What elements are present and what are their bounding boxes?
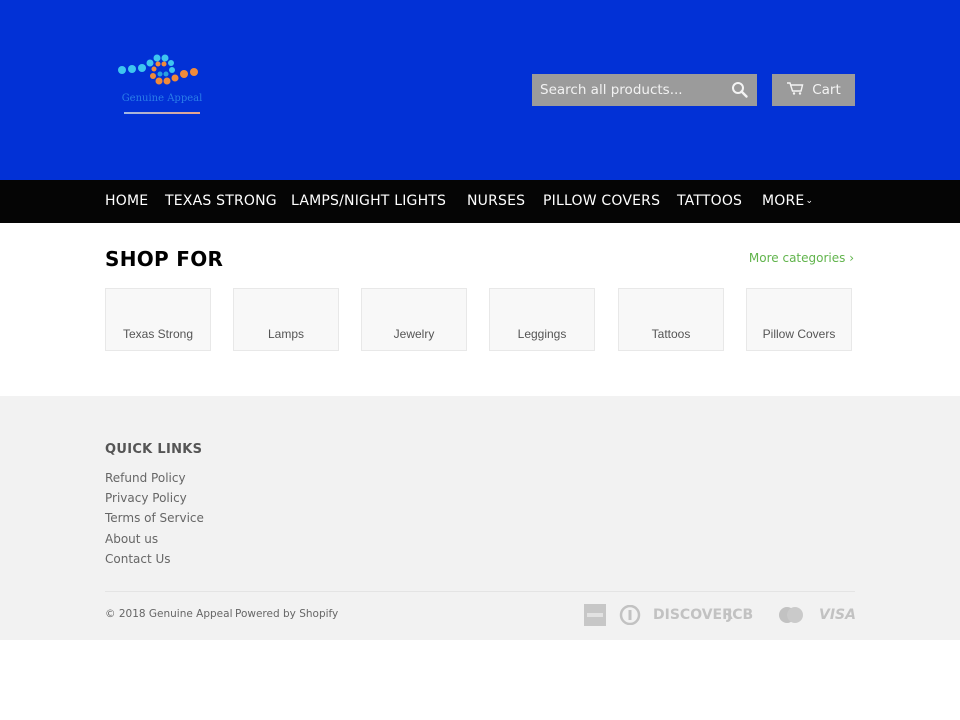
nav-more-label: MORE <box>762 193 805 209</box>
american-express-icon <box>584 604 606 626</box>
search-form <box>532 74 757 106</box>
site-footer: QUICK LINKS Refund Policy Privacy Policy… <box>0 396 960 640</box>
footer-link-about-us[interactable]: About us <box>105 532 158 546</box>
category-label: Jewelry <box>393 327 435 341</box>
category-card-tattoos[interactable]: Tattoos <box>618 288 724 351</box>
footer-divider <box>105 591 855 592</box>
shop-for-heading: SHOP FOR <box>105 247 224 271</box>
jcb-icon: JCB <box>727 607 754 623</box>
visa-icon: VISA <box>819 607 856 623</box>
search-icon[interactable] <box>731 81 749 99</box>
footer-link-contact-us[interactable]: Contact Us <box>105 552 171 566</box>
nav-item-home[interactable]: HOME <box>105 193 148 209</box>
search-input[interactable] <box>532 74 722 106</box>
nav-item-lamps-night-lights[interactable]: LAMPS/NIGHT LIGHTS <box>291 193 446 209</box>
category-label: Lamps <box>267 327 305 341</box>
category-label: Texas Strong <box>122 327 194 341</box>
more-categories-link[interactable]: More categories › <box>749 251 854 265</box>
site-logo[interactable]: Genuine Appeal <box>116 50 208 118</box>
cart-button[interactable]: Cart <box>772 74 855 106</box>
chevron-down-icon: ⌄ <box>805 196 814 206</box>
logo-text: Genuine Appeal <box>121 93 203 104</box>
powered-by-shopify-link[interactable]: Powered by Shopify <box>235 608 338 620</box>
category-card-jewelry[interactable]: Jewelry <box>361 288 467 351</box>
logo-underline <box>124 112 200 114</box>
category-card-texas-strong[interactable]: Texas Strong <box>105 288 211 351</box>
category-label: Pillow Covers <box>762 327 836 341</box>
quick-links-heading: QUICK LINKS <box>105 442 203 457</box>
footer-link-terms-of-service[interactable]: Terms of Service <box>105 511 204 525</box>
nav-item-pillow-covers[interactable]: PILLOW COVERS <box>543 193 660 209</box>
footer-link-refund-policy[interactable]: Refund Policy <box>105 471 186 485</box>
footer-link-privacy-policy[interactable]: Privacy Policy <box>105 491 187 505</box>
main-nav: HOME TEXAS STRONG LAMPS/NIGHT LIGHTS NUR… <box>0 180 960 223</box>
cart-icon <box>786 81 804 99</box>
logo-dots-icon <box>118 54 198 85</box>
copyright-text: © 2018 Genuine Appeal <box>105 608 233 620</box>
nav-item-nurses[interactable]: NURSES <box>467 193 525 209</box>
cart-label: Cart <box>812 82 841 98</box>
category-card-leggings[interactable]: Leggings <box>489 288 595 351</box>
diners-club-icon <box>619 605 641 625</box>
discover-icon: DISCOVER <box>653 607 733 623</box>
category-label: Leggings <box>517 327 567 341</box>
category-card-pillow-covers[interactable]: Pillow Covers <box>746 288 852 351</box>
nav-item-texas-strong[interactable]: TEXAS STRONG <box>165 193 277 209</box>
nav-item-tattoos[interactable]: TATTOOS <box>677 193 742 209</box>
category-label: Tattoos <box>651 327 691 341</box>
category-card-lamps[interactable]: Lamps <box>233 288 339 351</box>
nav-item-more[interactable]: MORE⌄ <box>762 193 813 209</box>
site-header: Genuine Appeal Cart <box>0 0 960 180</box>
master-icon <box>778 605 804 625</box>
